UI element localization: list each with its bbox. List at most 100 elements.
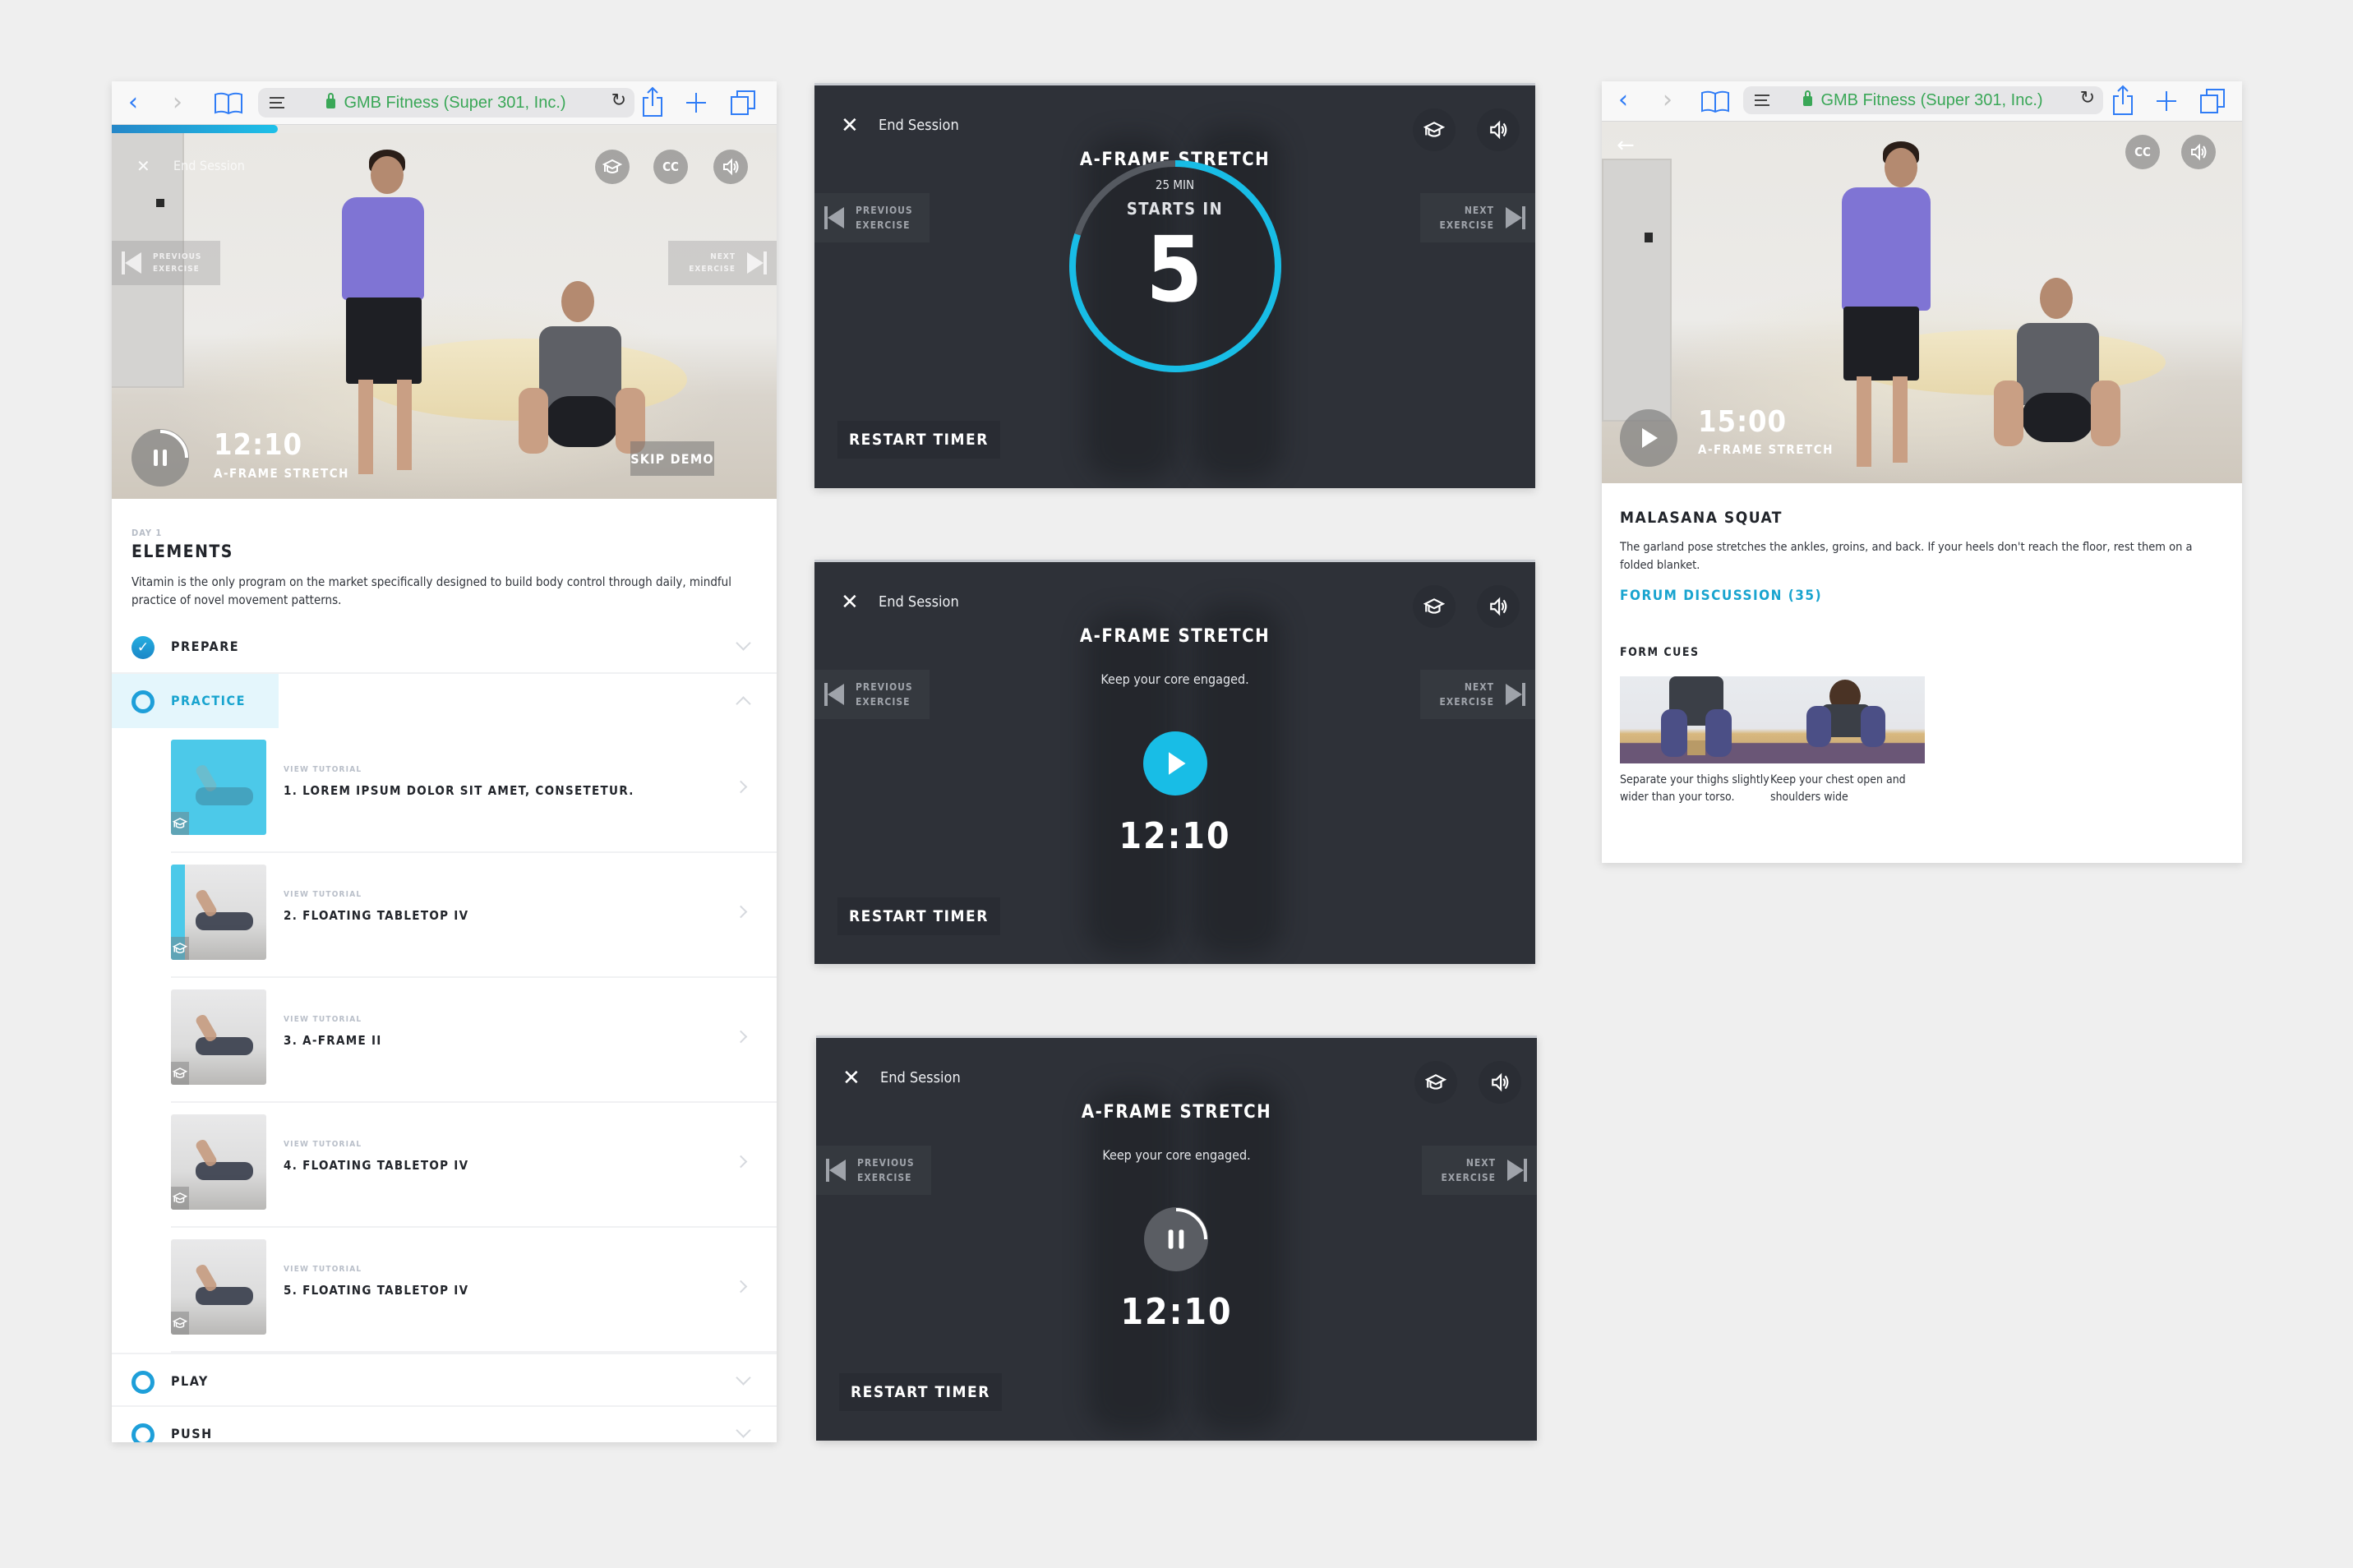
forward-icon[interactable]: › — [173, 88, 182, 117]
view-tutorial-label[interactable]: VIEW TUTORIAL — [284, 765, 362, 774]
exercise-description: The garland pose stretches the ankles, g… — [1620, 541, 2193, 572]
form-cue-image[interactable] — [1770, 676, 1925, 763]
new-tab-icon[interactable] — [685, 91, 708, 114]
close-icon[interactable]: ✕ — [841, 115, 859, 136]
video-scene — [1984, 278, 2132, 467]
new-tab-icon[interactable] — [2155, 90, 2178, 113]
exercise-thumbnail[interactable] — [171, 1114, 266, 1210]
section-row-prepare[interactable]: ✓ PREPARE — [112, 620, 777, 674]
restart-timer-label: RESTART TIMER — [849, 431, 989, 449]
close-icon[interactable]: ✕ — [136, 156, 150, 176]
next-exercise-button[interactable]: NEXT EXERCISE — [668, 241, 777, 285]
section-label: PREPARE — [171, 639, 240, 654]
restart-timer-button[interactable]: RESTART TIMER — [837, 421, 1000, 459]
timer-display: 15:00 — [1698, 405, 1788, 439]
tabs-icon[interactable] — [2199, 88, 2226, 114]
play-button[interactable] — [1620, 409, 1677, 467]
form-cue-caption: Keep your chest open and shoulders wide — [1770, 773, 1906, 804]
exercise-thumbnail[interactable] — [171, 989, 266, 1085]
volume-button[interactable] — [1477, 108, 1520, 151]
graduation-cap-icon — [173, 1068, 187, 1078]
end-session-button[interactable]: End Session — [173, 158, 245, 173]
restart-timer-button[interactable]: RESTART TIMER — [839, 1373, 1002, 1411]
background-video-blur — [1193, 603, 1283, 957]
address-bar[interactable]: GMB Fitness (Super 301, Inc.) ↻ — [1743, 86, 2103, 114]
cc-icon: CC — [2134, 145, 2151, 159]
bookmarks-icon[interactable] — [1700, 90, 1730, 113]
bookmarks-icon[interactable] — [214, 92, 243, 115]
video-scene — [1832, 138, 1955, 483]
share-icon[interactable] — [2111, 85, 2134, 116]
tutorial-button[interactable] — [1413, 108, 1456, 151]
close-icon[interactable]: ✕ — [842, 1068, 860, 1089]
end-session-button[interactable]: End Session — [879, 117, 959, 134]
exercise-thumbnail[interactable] — [171, 1239, 266, 1335]
section-row-play[interactable]: PLAY — [112, 1353, 777, 1407]
captions-button[interactable]: CC — [2125, 135, 2160, 169]
exercise-list-item[interactable]: VIEW TUTORIAL 4. FLOATING TABLETOP IV — [171, 1103, 777, 1228]
skip-next-icon — [747, 252, 764, 274]
browser-toolbar: ‹ › GMB Fitness (Super 301, Inc.) ↻ — [1602, 81, 2242, 122]
exercise-preview-video[interactable]: ← CC 15:00 A-FRAME STRETCH — [1602, 122, 2242, 483]
section-row-push[interactable]: PUSH — [112, 1407, 777, 1442]
volume-button[interactable] — [713, 150, 748, 184]
timer-display: 12:10 — [1120, 1291, 1233, 1333]
timer-progress-arc — [159, 430, 188, 459]
volume-button[interactable] — [1479, 1061, 1521, 1104]
section-label: PUSH — [171, 1426, 213, 1441]
share-icon[interactable] — [641, 86, 664, 118]
exercise-list-item[interactable]: VIEW TUTORIAL 5. FLOATING TABLETOP IV — [171, 1228, 777, 1353]
exercise-thumbnail[interactable] — [171, 740, 266, 835]
view-tutorial-label[interactable]: VIEW TUTORIAL — [284, 1265, 362, 1274]
reader-icon[interactable] — [270, 97, 284, 108]
exercise-name: 1. LOREM IPSUM DOLOR SIT AMET, CONSETETU… — [284, 783, 634, 798]
session-progress-fill — [112, 125, 279, 133]
back-arrow-icon[interactable]: ← — [1617, 133, 1635, 158]
speaker-icon — [1492, 1072, 1509, 1092]
forum-discussion-link[interactable]: FORUM DISCUSSION (35) — [1620, 588, 1822, 604]
url-label: GMB Fitness (Super 301, Inc.) — [344, 93, 566, 112]
restart-timer-label: RESTART TIMER — [849, 907, 989, 925]
pause-button[interactable] — [131, 429, 189, 487]
exercise-list-item[interactable]: VIEW TUTORIAL 2. FLOATING TABLETOP IV — [171, 853, 777, 978]
view-tutorial-label[interactable]: VIEW TUTORIAL — [284, 1015, 362, 1024]
tutorial-button[interactable] — [595, 150, 630, 184]
session-progress-track — [112, 125, 777, 133]
pause-button[interactable] — [1144, 1207, 1208, 1271]
skip-demo-button[interactable]: SKIP DEMO — [630, 441, 714, 476]
volume-button[interactable] — [2181, 135, 2216, 169]
reader-icon[interactable] — [1755, 95, 1769, 106]
exercise-video[interactable]: ✕ End Session CC PREVIOUS EXERCISE NEXT EX… — [112, 133, 777, 499]
previous-exercise-button[interactable]: PREVIOUS EXERCISE — [112, 241, 220, 285]
forward-icon[interactable]: › — [1663, 85, 1672, 114]
play-icon — [1642, 428, 1658, 448]
play-button[interactable] — [1143, 731, 1207, 796]
exercise-thumbnail[interactable] — [171, 865, 266, 960]
form-cue-image[interactable] — [1620, 676, 1774, 763]
section-row-practice[interactable]: PRACTICE — [112, 674, 777, 728]
close-icon[interactable]: ✕ — [841, 592, 859, 613]
exercise-list-item[interactable]: VIEW TUTORIAL 3. A-FRAME II — [171, 978, 777, 1103]
lock-icon — [1803, 90, 1813, 106]
countdown-panel: ✕ End Session A-FRAME STRETCH PREVIOUS EXERC… — [814, 83, 1535, 488]
timer-progress-ring — [1175, 1208, 1207, 1240]
address-bar[interactable]: GMB Fitness (Super 301, Inc.) ↻ — [258, 88, 634, 118]
view-tutorial-label[interactable]: VIEW TUTORIAL — [284, 1140, 362, 1149]
back-icon[interactable]: ‹ — [128, 88, 138, 117]
reload-icon[interactable]: ↻ — [611, 90, 626, 111]
back-icon[interactable]: ‹ — [1618, 85, 1628, 114]
chevron-right-icon — [734, 1030, 748, 1044]
reload-icon[interactable]: ↻ — [2080, 88, 2095, 108]
form-cue-caption: Separate your thighs slightly wider than… — [1620, 773, 1769, 804]
tutorial-button[interactable] — [1413, 585, 1456, 628]
tabs-icon[interactable] — [730, 90, 756, 116]
restart-timer-button[interactable]: RESTART TIMER — [837, 897, 1000, 935]
exercise-list-item[interactable]: VIEW TUTORIAL 1. LOREM IPSUM DOLOR SIT AM… — [171, 728, 777, 853]
tutorial-button[interactable] — [1414, 1061, 1457, 1104]
end-session-button[interactable]: End Session — [879, 593, 959, 611]
view-tutorial-label[interactable]: VIEW TUTORIAL — [284, 890, 362, 899]
volume-button[interactable] — [1477, 585, 1520, 628]
end-session-button[interactable]: End Session — [880, 1069, 961, 1086]
exercise-detail-panel: ‹ › GMB Fitness (Super 301, Inc.) ↻ ← CC… — [1602, 81, 2242, 863]
captions-button[interactable]: CC — [653, 150, 688, 184]
